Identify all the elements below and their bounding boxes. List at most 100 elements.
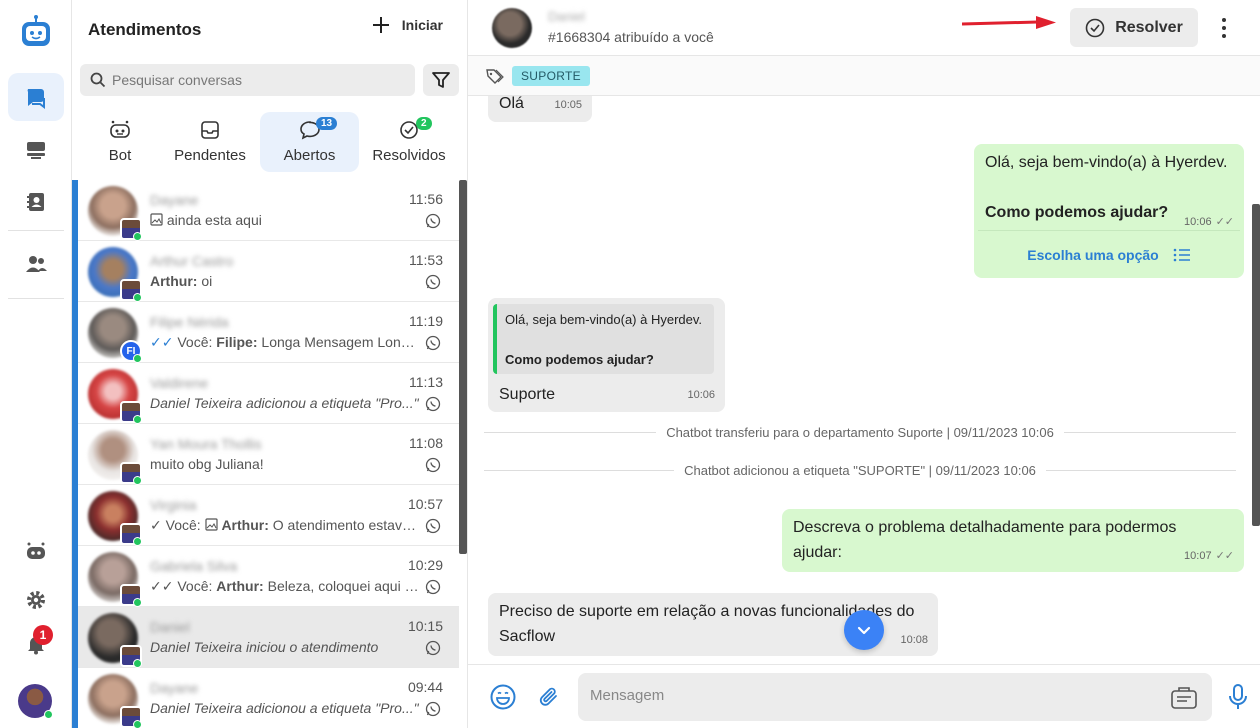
conversation-time: 11:13 [409, 374, 443, 390]
message-preview: Arthur: oi [150, 273, 420, 289]
conversation-time: 10:29 [407, 557, 443, 573]
conversation-time: 11:53 [409, 252, 443, 268]
message-list: Olá 10:05 Olá, seja bem-vindo(a) à Hyerd… [468, 96, 1260, 662]
nav-contacts-button[interactable] [8, 178, 64, 226]
search-icon [90, 72, 106, 88]
conversation-item[interactable]: Arthur Castro 11:53 Arthur: oi [72, 241, 459, 302]
contact-avatar[interactable] [492, 8, 532, 48]
message-preview: Daniel Teixeira adicionou a etiqueta "Pr… [150, 395, 419, 411]
contact-name: Virginia [150, 497, 197, 513]
preview-sender: Arthur: [221, 517, 269, 533]
nav-settings-button[interactable] [8, 576, 64, 624]
conversation-list-scrollbar[interactable] [459, 180, 467, 554]
conversation-item[interactable]: FI Filipe Nérida 11:19 ✓✓ Você: Filipe: … [72, 302, 459, 363]
tab-resolved[interactable]: 2 Resolvidos [369, 112, 449, 172]
gear-icon [27, 591, 45, 609]
more-options-button[interactable] [1216, 16, 1232, 40]
ticket-assignment: #1668304 atribuído a você [548, 29, 714, 45]
conversation-time: 09:44 [407, 679, 443, 695]
choose-option-button[interactable]: Escolha uma opção [974, 240, 1244, 270]
tab-pending-label: Pendentes [174, 147, 246, 164]
quoted-message[interactable]: Olá, seja bem-vindo(a) à Hyerdev. Como p… [493, 304, 714, 374]
paperclip-icon[interactable] [538, 685, 560, 709]
quick-reply-icon[interactable] [1170, 684, 1198, 710]
incoming-message: Olá 10:05 [488, 96, 592, 122]
conversation-item[interactable]: Dayane 11:56 ainda esta aqui [72, 180, 459, 241]
incoming-reply-message: Olá, seja bem-vindo(a) à Hyerdev. Como p… [488, 298, 725, 412]
tag-icon[interactable] [486, 68, 504, 84]
conversation-item-selected[interactable]: Daniel 10:15 Daniel Teixeira iniciou o a… [72, 607, 459, 668]
tab-bot[interactable]: Bot [94, 112, 146, 172]
message-text: Suporte [499, 386, 556, 403]
app-logo[interactable] [18, 14, 54, 50]
whatsapp-icon [425, 518, 441, 534]
conversations-panel: Atendimentos Iniciar Bot Pendentes 13 Ab… [72, 0, 468, 728]
team-icon [26, 256, 47, 272]
bot-icon [27, 542, 45, 559]
preview-prefix: Você: [177, 334, 213, 350]
navigation-rail: 1 [0, 0, 72, 728]
online-status-dot [133, 293, 142, 302]
nav-team-button[interactable] [8, 240, 64, 288]
conversation-time: 11:08 [409, 435, 443, 451]
check-circle-icon [1085, 18, 1105, 37]
resolve-button[interactable]: Resolver [1070, 8, 1198, 47]
search-input[interactable] [112, 72, 402, 88]
conversation-item[interactable]: Virginia 10:57 ✓ Você: Arthur: O atendim… [72, 485, 459, 546]
double-check-icon: ✓✓ [1215, 550, 1234, 562]
conversation-item[interactable]: Yan Moura Thollis 11:08 muito obg Julian… [72, 424, 459, 485]
whatsapp-icon [425, 640, 441, 656]
scroll-to-bottom-button[interactable] [844, 610, 884, 650]
time-text: 10:07 [1184, 550, 1212, 562]
arrow-pointer-icon [962, 16, 1056, 29]
tab-pending[interactable]: Pendentes [168, 112, 252, 172]
status-tabs: Bot Pendentes 13 Abertos 2 Resolvidos [72, 112, 468, 172]
search-box[interactable] [80, 64, 415, 96]
message-preview: ✓ Você: Arthur: O atendimento estava pau… [150, 517, 420, 534]
online-status-dot [133, 476, 142, 485]
online-status-dot [133, 659, 142, 668]
conversation-item[interactable]: Valdirene 11:13 Daniel Teixeira adiciono… [72, 363, 459, 424]
preview-text: Longa Mensagem Longa Mensagem [261, 334, 420, 350]
open-indicator [72, 302, 78, 363]
microphone-icon[interactable] [1228, 683, 1248, 711]
whatsapp-icon [425, 274, 441, 290]
whatsapp-icon [425, 213, 441, 229]
start-conversation-button[interactable]: Iniciar [372, 16, 443, 34]
chat-header: Daniel #1668304 atribuído a você Resolve… [468, 0, 1260, 56]
message-input-box[interactable] [578, 673, 1212, 721]
filter-button[interactable] [423, 64, 459, 96]
message-preview: Daniel Teixeira adicionou a etiqueta "Pr… [150, 700, 419, 716]
conversation-time: 10:57 [407, 496, 443, 512]
tab-bot-label: Bot [108, 147, 132, 164]
check-icon: ✓ [150, 517, 162, 533]
filter-icon [432, 72, 450, 88]
tag-bar: SUPORTE [468, 56, 1260, 96]
online-status-dot [133, 720, 142, 728]
nav-chats-button[interactable] [8, 73, 64, 121]
tab-resolved-badge: 2 [416, 117, 432, 130]
emoji-icon[interactable] [490, 684, 516, 710]
nav-dashboard-button[interactable] [8, 126, 64, 174]
message-preview: ✓✓ Você: Filipe: Longa Mensagem Longa Me… [150, 334, 420, 351]
nav-bot-button[interactable] [8, 528, 64, 576]
inbox-icon [201, 121, 219, 139]
start-conversation-label: Iniciar [401, 17, 443, 33]
chat-scrollbar[interactable] [1252, 204, 1260, 526]
conversation-item[interactable]: Gabriela Silva 10:29 ✓✓ Você: Arthur: Be… [72, 546, 459, 607]
dashboard-icon [27, 142, 45, 159]
online-status-dot [133, 598, 142, 607]
contact-name: Daniel [150, 619, 190, 635]
tab-open[interactable]: 13 Abertos [260, 112, 359, 172]
chat-area: Daniel #1668304 atribuído a você Resolve… [468, 0, 1260, 728]
panel-title: Atendimentos [88, 20, 202, 39]
system-event: Chatbot adicionou a etiqueta "SUPORTE" |… [484, 460, 1236, 480]
message-input[interactable] [590, 687, 1150, 704]
preview-text: Beleza, coloquei aqui para você [267, 578, 420, 594]
double-check-icon: ✓✓ [1215, 216, 1234, 228]
system-event: Chatbot transferiu para o departamento S… [484, 422, 1237, 442]
conversation-item[interactable]: Dayane 09:44 Daniel Teixeira adicionou a… [72, 668, 459, 728]
tag-chip[interactable]: SUPORTE [512, 66, 590, 86]
quoted-text-bold: Como podemos ajudar? [505, 352, 654, 367]
chat-icon [27, 89, 45, 109]
